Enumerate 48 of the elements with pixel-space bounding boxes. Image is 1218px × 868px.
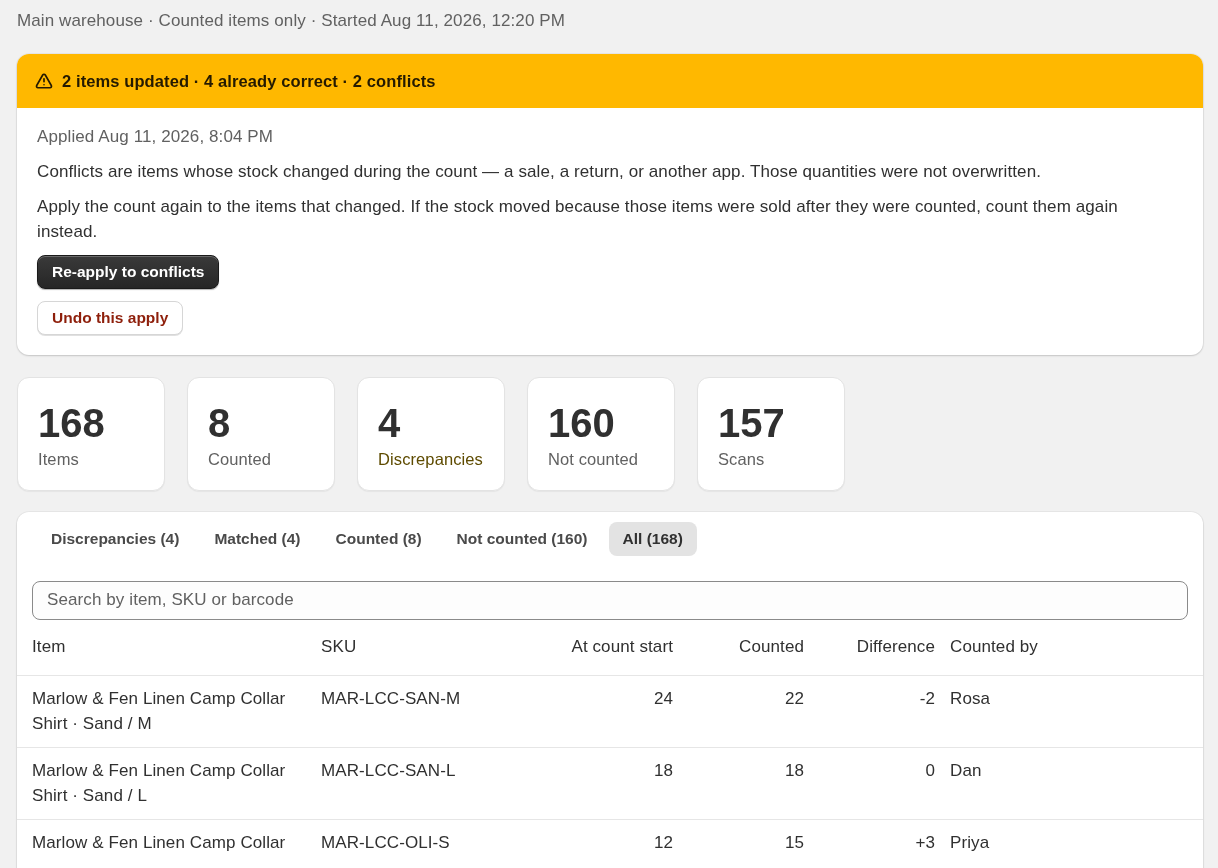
column-header: Item (32, 637, 66, 657)
table-cell: -2 (919, 688, 935, 708)
column-header: At count start (571, 637, 673, 657)
column-header: Counted (739, 637, 804, 657)
table-cell: Dan (950, 760, 982, 780)
table-cell: 18 (653, 760, 673, 780)
stat-label: Not counted (548, 448, 639, 470)
stat-label: Counted (208, 448, 272, 470)
column-header: Counted by (950, 637, 1038, 657)
page-subtitle: Main warehouse · Counted items only · Started Aug 11, 2026, 12:20 PM (17, 10, 566, 32)
column-header: SKU (321, 637, 357, 657)
table-cell: Marlow & Fen Linen Camp Collar Shirt · Sand / L (32, 760, 286, 805)
applied-time: Applied Aug 11, 2026, 8:04 PM (37, 126, 274, 148)
stat-value: 8 (208, 399, 231, 447)
table-cell: +3 (915, 832, 935, 852)
banner-paragraph: Conflicts are items whose stock changed during the count — a sale, a return, or another app. Those quantities were not overwritten. (37, 161, 1042, 183)
banner-paragraph: Apply the count again to the items that changed. If the stock moved because those items were sold after they were counted, count them again instead. (37, 196, 1119, 243)
stat-value: 160 (548, 399, 615, 447)
table-cell: Rosa (950, 688, 991, 708)
table-cell: 0 (925, 760, 935, 780)
filter-tab[interactable]: All (168) (608, 521, 697, 556)
table-cell: MAR-LCC-OLI-S (321, 832, 450, 852)
column-header: Difference (856, 637, 935, 657)
filter-tab[interactable]: Counted (8) (321, 521, 436, 556)
table-cell: Marlow & Fen Linen Camp Collar (32, 832, 286, 852)
warning-icon (35, 72, 53, 90)
filter-tab[interactable]: Not counted (160) (442, 521, 602, 556)
stat-value: 4 (378, 399, 401, 447)
filter-tab[interactable]: Matched (4) (200, 521, 315, 556)
table-cell: Marlow & Fen Linen Camp Collar Shirt · Sand / M (32, 688, 286, 733)
banner-title: 2 items updated · 4 already correct · 2 conflicts (62, 71, 436, 92)
table-cell: MAR-LCC-SAN-L (321, 760, 456, 780)
table-cell: MAR-LCC-SAN-M (321, 688, 461, 708)
table-cell: 18 (784, 760, 804, 780)
stat-value: 157 (718, 399, 785, 447)
reapply-button[interactable]: Re-apply to conflicts (37, 254, 220, 289)
table-cell: 15 (784, 832, 804, 852)
stat-value: 168 (38, 399, 105, 447)
table-cell: 12 (653, 832, 673, 852)
stat-label: Items (38, 448, 79, 470)
filter-tab[interactable]: Discrepancies (4) (37, 521, 194, 556)
table-cell: 24 (653, 688, 673, 708)
table-cell: 22 (784, 688, 804, 708)
search-field[interactable]: Search by item, SKU or barcode (32, 580, 1188, 620)
stat-label: Discrepancies (378, 448, 483, 470)
undo-button[interactable]: Undo this apply (37, 300, 184, 335)
table-cell: Priya (950, 832, 990, 852)
stat-label: Scans (718, 448, 765, 470)
